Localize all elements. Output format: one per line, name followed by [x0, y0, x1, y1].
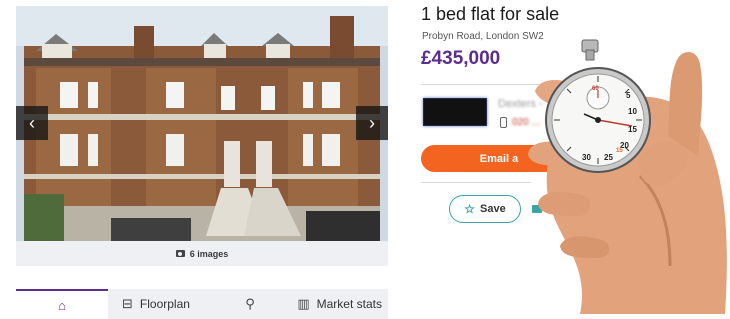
house-photo-illustration: [16, 6, 388, 241]
tab-market-stats-label: Market stats: [316, 297, 382, 311]
image-count-bar[interactable]: 6 images: [16, 241, 388, 266]
agent-logo[interactable]: [423, 98, 487, 126]
camera-icon: [175, 250, 185, 257]
next-image-button[interactable]: ›: [356, 106, 388, 140]
tab-floorplan[interactable]: ⊟ Floorplan: [108, 289, 220, 319]
listing-photo[interactable]: [16, 6, 388, 241]
save-button[interactable]: ☆ Save: [449, 195, 521, 223]
floorplan-icon: ⊟: [122, 296, 133, 311]
dial-label-5: 5: [626, 91, 631, 100]
phone-icon: [500, 117, 507, 128]
dial-label-25: 25: [604, 153, 613, 162]
previous-image-button[interactable]: ‹: [16, 106, 48, 140]
dial-label-30: 30: [582, 153, 591, 162]
chevron-left-icon: ‹: [29, 112, 35, 133]
save-label: Save: [480, 203, 506, 215]
subdial-label-60: 60: [592, 86, 599, 92]
listing-price: £435,000: [421, 48, 501, 69]
dial-label-10: 10: [628, 107, 637, 116]
chevron-right-icon: ›: [369, 112, 375, 133]
tab-floorplan-label: Floorplan: [139, 297, 190, 311]
tab-map[interactable]: ⚲: [220, 289, 280, 319]
dial-label-15: 15: [628, 125, 637, 134]
listing-tabs: ⌂ ⊟ Floorplan ⚲ ▥ Market stats: [16, 289, 388, 319]
stopwatch-hand-illustration: 5 10 15 20 25 30 60 15: [528, 39, 727, 314]
email-agent-label: Email a: [479, 152, 519, 165]
map-pin-icon: ⚲: [245, 296, 255, 311]
home-icon: ⌂: [58, 297, 66, 313]
divider: [421, 182, 531, 183]
tab-market-stats[interactable]: ▥ Market stats: [280, 289, 388, 319]
bar-chart-icon: ▥: [297, 296, 310, 311]
tab-overview[interactable]: ⌂: [16, 289, 108, 319]
listing-title: 1 bed flat for sale: [421, 4, 560, 24]
subdial-label-15: 15: [616, 148, 623, 154]
image-count-label: 6 images: [189, 248, 229, 259]
star-icon: ☆: [464, 202, 476, 216]
stopwatch-hand-overlay: 5 10 15 20 25 30 60 15: [520, 36, 730, 314]
